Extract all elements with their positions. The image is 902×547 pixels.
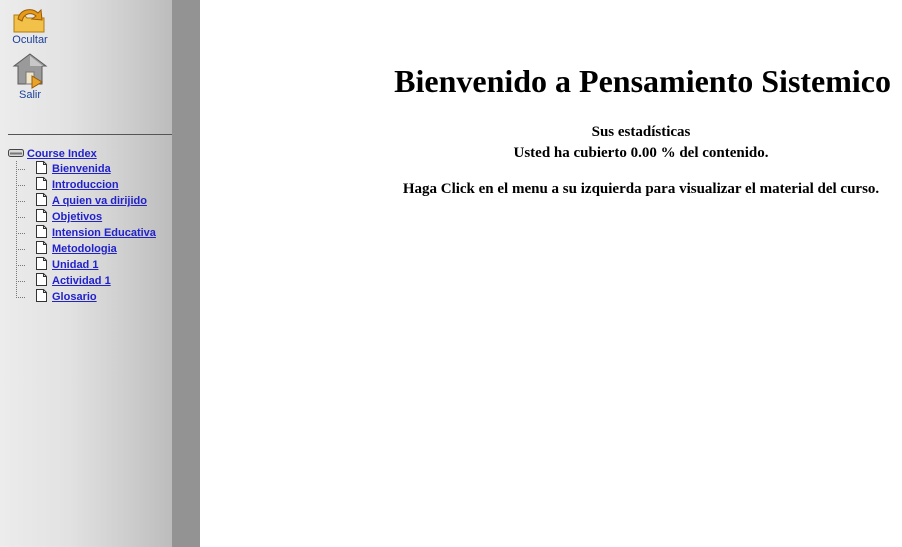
sidebar-separator — [8, 134, 192, 135]
tree-item-actividad-1: Actividad 1 — [16, 273, 156, 289]
exit-label: Salir — [18, 89, 41, 101]
tree-item-bienvenida: Bienvenida — [16, 161, 156, 177]
folder-arrow-icon — [8, 5, 52, 35]
page-icon — [26, 193, 52, 209]
drive-icon — [8, 148, 27, 161]
page-icon — [26, 225, 52, 241]
tree-item-metodologia: Metodologia — [16, 241, 156, 257]
course-index-tree: Course Index Bienvenida Introduccion A q… — [8, 147, 156, 305]
tree-link-objetivos[interactable]: Objetivos — [52, 211, 102, 223]
tree-item-glosario: Glosario — [16, 289, 156, 305]
page-title: Bienvenido a Pensamiento Sistemico — [394, 63, 891, 99]
course-index-root: Course Index — [8, 147, 156, 161]
tree-link-intension-educativa[interactable]: Intension Educativa — [52, 227, 156, 239]
tree-item-introduccion: Introduccion — [16, 177, 156, 193]
page-icon — [26, 177, 52, 193]
page-icon — [26, 241, 52, 257]
tree-link-introduccion[interactable]: Introduccion — [52, 179, 119, 191]
tree-item-unidad-1: Unidad 1 — [16, 257, 156, 273]
stats-heading: Sus estadísticas — [591, 124, 691, 140]
exit-button[interactable]: Salir — [8, 52, 52, 101]
tree-item-a-quien-va-dirijido: A quien va dirijido — [16, 193, 156, 209]
frame-divider[interactable] — [172, 0, 200, 547]
tree-item-objetivos: Objetivos — [16, 209, 156, 225]
coverage-text: Usted ha cubierto 0.00 % del contenido. — [513, 145, 769, 161]
tree-link-bienvenida[interactable]: Bienvenida — [52, 163, 111, 175]
page-icon — [26, 257, 52, 273]
tree-link-unidad-1[interactable]: Unidad 1 — [52, 259, 98, 271]
course-index-items: Bienvenida Introduccion A quien va dirij… — [16, 161, 156, 305]
hide-menu-label: Ocultar — [12, 34, 48, 46]
tree-link-actividad-1[interactable]: Actividad 1 — [52, 275, 111, 287]
page-icon — [26, 161, 52, 177]
course-index-link[interactable]: Course Index — [27, 148, 97, 160]
tree-item-intension-educativa: Intension Educativa — [16, 225, 156, 241]
tree-link-a-quien-va-dirijido[interactable]: A quien va dirijido — [52, 195, 147, 207]
content-frame: Bienvenido a Pensamiento Sistemico Sus e… — [200, 0, 902, 547]
hide-menu-button[interactable]: Ocultar — [8, 5, 52, 46]
page-icon — [26, 209, 52, 225]
tree-link-metodologia[interactable]: Metodologia — [52, 243, 117, 255]
sidebar: Ocultar Salir Course Index Bienvenida In… — [0, 0, 192, 547]
exit-house-icon — [8, 52, 52, 90]
page-icon — [26, 273, 52, 289]
tree-link-glosario[interactable]: Glosario — [52, 291, 97, 303]
page-icon — [26, 289, 52, 305]
instruction-text: Haga Click en el menu a su izquierda par… — [402, 181, 880, 197]
